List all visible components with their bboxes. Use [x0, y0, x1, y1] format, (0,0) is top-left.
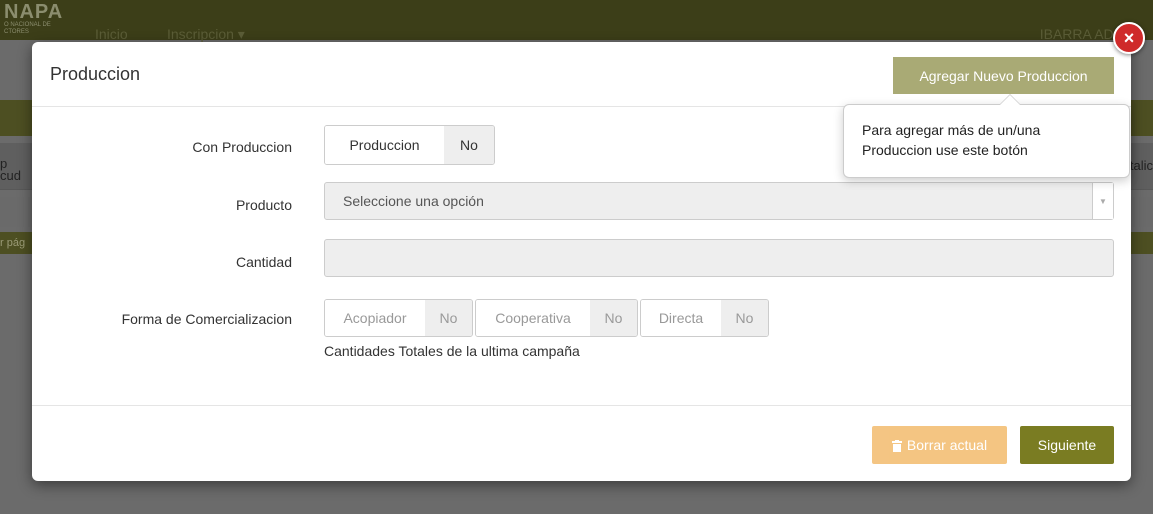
producto-select-value: Seleccione una opción: [343, 193, 484, 209]
cooperativa-off-label[interactable]: No: [590, 300, 637, 336]
producto-select[interactable]: Seleccione una opción ▼: [324, 182, 1114, 220]
forma-comercializacion-label: Forma de Comercializacion: [121, 311, 292, 327]
background-navbar: NAPA O NACIONAL DE CTORES Inicio Inscrip…: [0, 0, 1153, 42]
logo-text: NAPA: [4, 1, 64, 23]
background-text: cud: [0, 168, 21, 183]
directa-on-label[interactable]: Directa: [641, 300, 721, 336]
acopiador-off-label[interactable]: No: [425, 300, 472, 336]
trash-icon: [891, 439, 902, 452]
cooperativa-toggle[interactable]: Cooperativa No: [475, 299, 638, 337]
background-logo: NAPA O NACIONAL DE CTORES: [4, 2, 74, 36]
background-text: talic: [1129, 158, 1153, 173]
cooperativa-on-label[interactable]: Cooperativa: [476, 300, 590, 336]
cantidad-input[interactable]: [324, 239, 1114, 277]
directa-off-label[interactable]: No: [721, 300, 768, 336]
forma-help-text: Cantidades Totales de la ultima campaña: [324, 343, 580, 359]
nav-user: IBARRA ADE: [1039, 26, 1123, 42]
modal-footer-divider: [32, 405, 1131, 406]
chevron-down-icon[interactable]: ▼: [1092, 183, 1113, 219]
modal-title: Produccion: [50, 64, 141, 84]
add-produccion-button[interactable]: Agregar Nuevo Produccion: [893, 57, 1114, 94]
logo-subtext: O NACIONAL DE CTORES: [4, 22, 51, 35]
toggle-off-label[interactable]: No: [444, 126, 494, 164]
con-produccion-label: Con Produccion: [192, 139, 292, 155]
modal-header: Produccion Agregar Nuevo Produccion: [32, 42, 1131, 107]
acopiador-on-label[interactable]: Acopiador: [325, 300, 425, 336]
nav-inscription-menu: Inscripcion ▾: [167, 26, 245, 42]
delete-current-label: Borrar actual: [906, 437, 988, 453]
delete-current-button[interactable]: Borrar actual: [872, 426, 1007, 464]
con-produccion-toggle[interactable]: Produccion No: [324, 125, 495, 165]
nav-home-link: Inicio: [95, 26, 128, 42]
close-icon[interactable]: ×: [1113, 22, 1145, 54]
cantidad-label: Cantidad: [235, 254, 292, 270]
directa-toggle[interactable]: Directa No: [640, 299, 769, 337]
next-button[interactable]: Siguiente: [1020, 426, 1114, 464]
acopiador-toggle[interactable]: Acopiador No: [324, 299, 473, 337]
background-text: r pág: [0, 237, 26, 249]
add-produccion-tooltip: Para agregar más de un/una Produccion us…: [843, 94, 1130, 178]
producto-label: Producto: [235, 197, 292, 213]
toggle-on-label[interactable]: Produccion: [325, 126, 444, 164]
